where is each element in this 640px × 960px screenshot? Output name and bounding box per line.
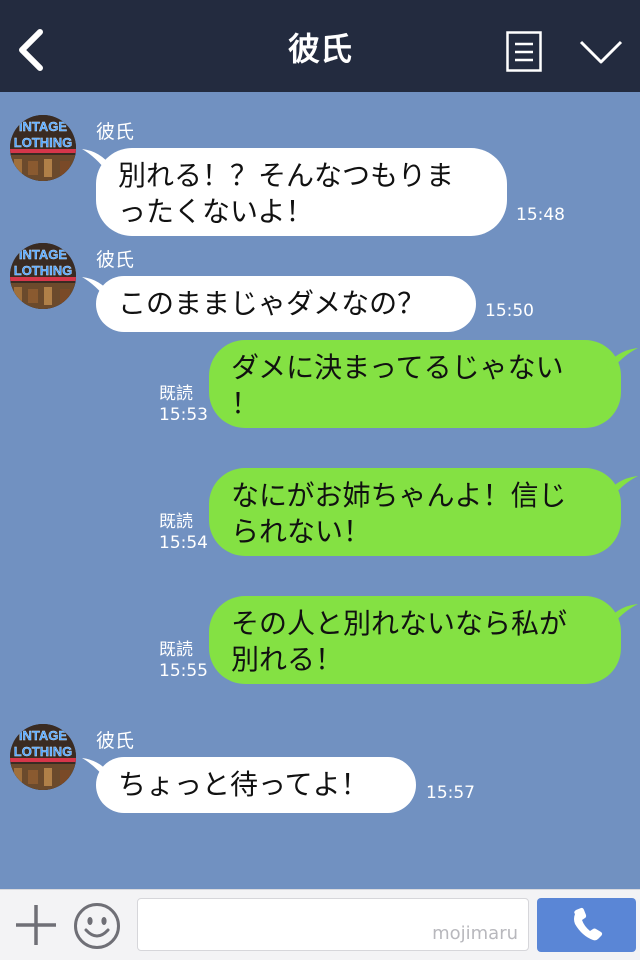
sender-name: 彼氏 [96, 249, 135, 271]
message-line: られない！ [231, 515, 372, 548]
message-composer: mojimaru [0, 889, 640, 960]
message-time: 15:55 [159, 661, 208, 681]
message-line: 別れる！ [231, 643, 344, 676]
avatar-image: INTAGE LOTHING [10, 724, 76, 790]
message-time: 15:50 [485, 301, 534, 321]
bubble-tail [606, 476, 638, 500]
avatar[interactable]: INTAGE LOTHING [10, 243, 76, 309]
avatar-sign-line2: LOTHING [14, 744, 73, 759]
sender-name: 彼氏 [96, 730, 135, 752]
message-line: ちょっと待ってよ！ [118, 768, 369, 801]
message-line: ったくないよ！ [118, 195, 314, 228]
message-line: このままじゃダメなの？ [118, 287, 426, 320]
message-line: ダメに決まってるじゃない [231, 351, 564, 384]
chevron-down-icon[interactable] [578, 34, 624, 68]
read-receipt: 既読 15:53 [159, 384, 208, 426]
read-label: 既読 [159, 640, 193, 660]
avatar-sign-line2: LOTHING [14, 263, 73, 278]
message-bubble-incoming[interactable]: ちょっと待ってよ！ [96, 757, 416, 813]
read-label: 既読 [159, 384, 193, 404]
avatar-sign-line1: INTAGE [19, 119, 67, 134]
watermark: mojimaru [432, 923, 518, 944]
bubble-tail [606, 348, 638, 372]
message-time: 15:53 [159, 405, 208, 425]
phone-icon [574, 907, 603, 941]
plus-icon[interactable] [14, 903, 58, 947]
message-time: 15:54 [159, 533, 208, 553]
smiley-icon[interactable] [73, 902, 121, 950]
message-bubble-outgoing[interactable]: ダメに決まってるじゃない ！ [209, 340, 621, 428]
message-line: 別れる！？そんなつもりま [118, 159, 455, 192]
message-time: 15:57 [426, 783, 475, 803]
call-button[interactable] [537, 898, 636, 952]
bubble-tail [606, 604, 638, 628]
read-receipt: 既読 15:54 [159, 512, 208, 554]
avatar-sign-line1: INTAGE [19, 247, 67, 262]
message-line: その人と別れないなら私が [231, 607, 568, 640]
avatar[interactable]: INTAGE LOTHING [10, 724, 76, 790]
sender-name: 彼氏 [96, 121, 135, 143]
list-menu-icon[interactable] [506, 31, 542, 72]
read-receipt: 既読 15:55 [159, 640, 208, 682]
message-input[interactable]: mojimaru [137, 898, 529, 951]
message-time: 15:48 [516, 205, 565, 225]
message-line: なにがお姉ちゃんよ！信じ [231, 479, 567, 512]
avatar-image: INTAGE LOTHING [10, 243, 76, 309]
message-line: ！ [231, 387, 260, 420]
avatar-image: INTAGE LOTHING [10, 115, 76, 181]
message-list[interactable]: INTAGE LOTHING 彼氏 別れる！？そんなつもりま ったくないよ！ 1… [0, 92, 640, 889]
avatar-sign-line1: INTAGE [19, 728, 67, 743]
chat-title: 彼氏 [287, 30, 352, 68]
chat-header: 彼氏 [0, 0, 640, 92]
read-label: 既読 [159, 512, 193, 532]
message-bubble-outgoing[interactable]: その人と別れないなら私が 別れる！ [209, 596, 621, 684]
avatar-sign-line2: LOTHING [14, 135, 73, 150]
message-bubble-outgoing[interactable]: なにがお姉ちゃんよ！信じ られない！ [209, 468, 621, 556]
avatar[interactable]: INTAGE LOTHING [10, 115, 76, 181]
message-bubble-incoming[interactable]: 別れる！？そんなつもりま ったくないよ！ [96, 148, 507, 236]
message-bubble-incoming[interactable]: このままじゃダメなの？ [96, 276, 476, 332]
